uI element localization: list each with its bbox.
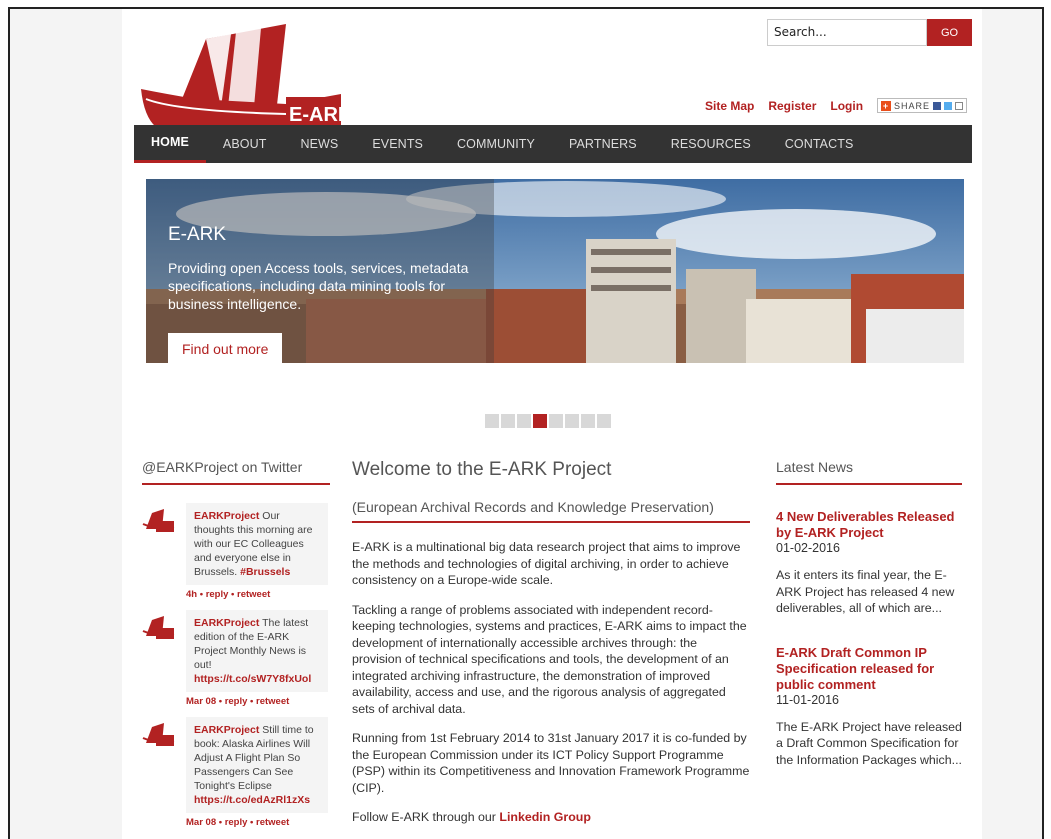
tweet-item: EARKProject Our thoughts this morning ar…: [142, 499, 330, 606]
nav-partners[interactable]: PARTNERS: [552, 125, 654, 163]
follow-line: Follow E-ARK through our Linkedin Group: [352, 809, 750, 826]
slide-dot-3[interactable]: [517, 414, 531, 428]
tweet-user[interactable]: EARKProject: [194, 617, 259, 629]
share-button[interactable]: + SHARE: [877, 98, 968, 113]
welcome-paragraph-2: Tackling a range of problems associated …: [352, 602, 747, 716]
slide-dot-6[interactable]: [565, 414, 579, 428]
tweet-link[interactable]: https://t.co/sW7Y8fxUol: [194, 673, 311, 685]
tweet-link[interactable]: #Brussels: [240, 566, 290, 578]
news-heading: Latest News: [776, 459, 962, 485]
tweet-text: EARKProject Our thoughts this morning ar…: [186, 503, 328, 585]
twitter-heading: @EARKProject on Twitter: [142, 459, 330, 485]
facebook-icon: [933, 101, 942, 110]
site-map-link[interactable]: Site Map: [705, 99, 754, 113]
slide-dot-8[interactable]: [597, 414, 611, 428]
slide-dot-1[interactable]: [485, 414, 499, 428]
share-label: SHARE: [894, 100, 931, 111]
email-icon: [955, 101, 964, 110]
e-ark-logo[interactable]: E-ARK: [136, 19, 356, 129]
browser-frame: E-ARK Search... GO Site Map Register Log…: [8, 7, 1044, 839]
linkedin-group-link[interactable]: Linkedin Group: [499, 810, 591, 824]
nav-events[interactable]: EVENTS: [355, 125, 440, 163]
tweet-item: EARKProject Still time to book: Alaska A…: [142, 713, 330, 828]
welcome-paragraph-1: E-ARK is a multinational big data resear…: [352, 540, 741, 587]
tweet-user[interactable]: EARKProject: [194, 724, 259, 736]
tweet-meta[interactable]: Mar 08 • reply • retweet: [186, 817, 289, 828]
welcome-title: Welcome to the E-ARK Project: [352, 459, 612, 480]
nav-news[interactable]: NEWS: [283, 125, 355, 163]
tweet-text: EARKProject The latest edition of the E-…: [186, 610, 328, 692]
news-date: 11-01-2016: [776, 692, 840, 707]
news-body: As it enters its final year, the E-ARK P…: [776, 568, 955, 615]
register-link[interactable]: Register: [768, 99, 816, 113]
hero-text: Providing open Access tools, services, m…: [168, 260, 469, 312]
search-go-button[interactable]: GO: [927, 19, 972, 46]
top-links: Site Map Register Login + SHARE: [705, 98, 968, 113]
nav-home[interactable]: HOME: [134, 125, 206, 163]
follow-text: Follow E-ARK through our: [352, 810, 500, 824]
logo-text: E-ARK: [289, 104, 353, 126]
hero-slider: E-ARK Providing open Access tools, servi…: [146, 179, 964, 363]
slide-dot-5[interactable]: [549, 414, 563, 428]
nav-resources[interactable]: RESOURCES: [654, 125, 768, 163]
page: E-ARK Search... GO Site Map Register Log…: [122, 9, 982, 839]
main-nav: HOME ABOUT NEWS EVENTS COMMUNITY PARTNER…: [134, 125, 972, 163]
e-ark-avatar-icon[interactable]: [142, 614, 176, 640]
slide-dot-7[interactable]: [581, 414, 595, 428]
tweet-meta[interactable]: Mar 08 • reply • retweet: [186, 696, 289, 707]
tweet-item: EARKProject The latest edition of the E-…: [142, 606, 330, 713]
plus-icon: +: [881, 100, 892, 111]
tweet-link[interactable]: https://t.co/edAzRl1zXs: [194, 794, 310, 806]
find-out-more-button[interactable]: Find out more: [168, 333, 283, 363]
welcome-section: Welcome to the E-ARK Project (European A…: [352, 459, 750, 839]
nav-community[interactable]: COMMUNITY: [440, 125, 552, 163]
latest-news: Latest News 4 New Deliverables Released …: [776, 459, 962, 768]
tweet-list: EARKProject Our thoughts this morning ar…: [142, 499, 330, 828]
news-item: 4 New Deliverables Released by E-ARK Pro…: [776, 509, 962, 617]
slide-dot-2[interactable]: [501, 414, 515, 428]
tweet-user[interactable]: EARKProject: [194, 510, 259, 522]
welcome-paragraph-3: Running from 1st February 2014 to 31st J…: [352, 731, 750, 795]
e-ark-avatar-icon[interactable]: [142, 721, 176, 747]
slider-pagination: [485, 414, 611, 428]
news-title[interactable]: 4 New Deliverables Released by E-ARK Pro…: [776, 509, 962, 541]
e-ark-avatar-icon[interactable]: [142, 507, 176, 533]
news-body: The E-ARK Project have released a Draft …: [776, 719, 962, 767]
tweet-text: EARKProject Still time to book: Alaska A…: [186, 717, 328, 813]
login-link[interactable]: Login: [830, 99, 863, 113]
nav-contacts[interactable]: CONTACTS: [768, 125, 871, 163]
news-title[interactable]: E-ARK Draft Common IP Specification rele…: [776, 645, 962, 693]
tweet-meta[interactable]: 4h • reply • retweet: [186, 589, 270, 600]
hero-title: E-ARK: [168, 224, 227, 245]
twitter-icon: [944, 101, 953, 110]
news-item: E-ARK Draft Common IP Specification rele…: [776, 645, 962, 769]
news-date: 01-02-2016: [776, 541, 840, 555]
welcome-subtitle: (European Archival Records and Knowledge…: [352, 499, 750, 523]
nav-about[interactable]: ABOUT: [206, 125, 284, 163]
slide-dot-4[interactable]: [533, 414, 547, 428]
search-input[interactable]: Search...: [767, 19, 927, 46]
